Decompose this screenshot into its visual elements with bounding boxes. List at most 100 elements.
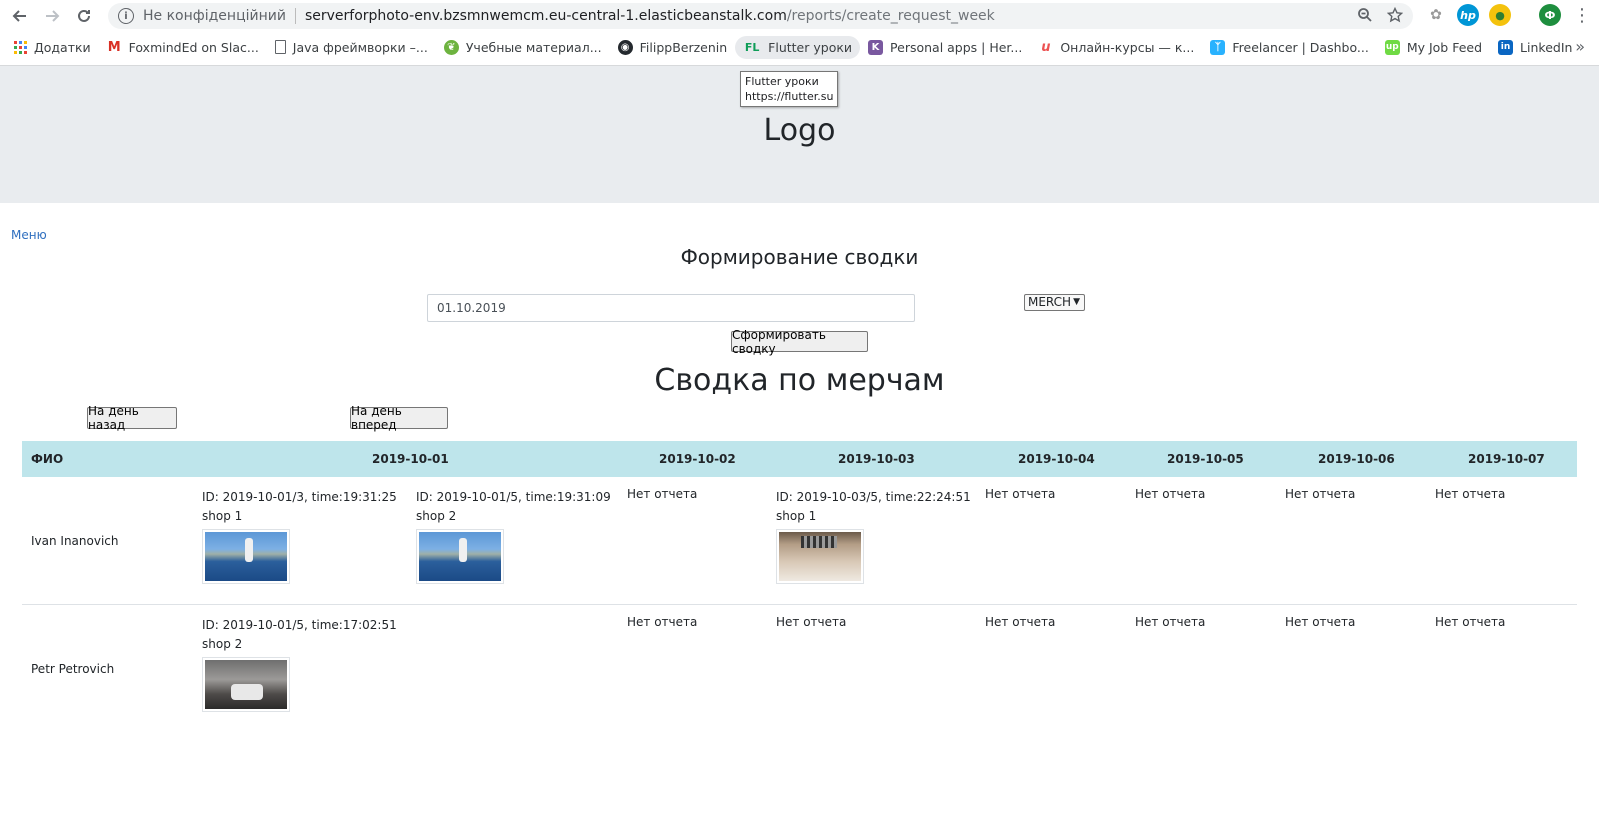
url-path: /reports/create_request_week (786, 8, 995, 24)
column-header-date: 2019-10-05 (1167, 452, 1244, 466)
report-cell: ID: 2019-10-01/5, time:19:31:09 shop 2 (416, 488, 611, 584)
generate-summary-button[interactable]: Сформировать сводку (731, 328, 868, 356)
yellow-extension-icon[interactable]: ● (1489, 4, 1511, 26)
report-shop: shop 2 (416, 509, 457, 523)
column-header-name: ФИО (31, 452, 64, 466)
table-header: ФИО 2019-10-01 2019-10-02 2019-10-03 201… (22, 441, 1577, 477)
heroku-icon: K (868, 39, 884, 55)
hp-extension-icon[interactable]: hp (1457, 4, 1479, 26)
back-button[interactable] (8, 4, 32, 28)
bookmark-label: FoxmindEd on Slac... (128, 39, 259, 55)
github-icon: ◉ (617, 39, 633, 55)
no-report-cell: Нет отчета (1285, 487, 1356, 501)
url-host: serverforphoto-env.bzsmnwemcm.eu-central… (304, 8, 787, 24)
report-id: ID: 2019-10-01/5, time:17:02:51 (202, 618, 397, 632)
address-separator (294, 8, 296, 24)
bookmark-label: Учебные материал... (465, 39, 602, 55)
menu-link[interactable]: Меню (11, 228, 47, 242)
bookmark-heroku[interactable]: K Personal apps | Her... (860, 36, 1030, 59)
reload-icon (78, 9, 90, 22)
browser-toolbar: i Не конфіденційний serverforphoto-env.b… (0, 0, 1599, 31)
column-header-date: 2019-10-02 (659, 452, 736, 466)
apps-grid-icon (14, 40, 27, 54)
no-report-cell: Нет отчета (985, 615, 1056, 629)
forward-button[interactable] (40, 4, 64, 28)
report-id: ID: 2019-10-01/3, time:19:31:25 (202, 490, 397, 504)
bookmark-label: Онлайн-курсы — к... (1060, 39, 1195, 55)
bookmark-github[interactable]: ◉ FilippBerzenin (610, 36, 736, 59)
form-title: Формирование сводки (680, 245, 919, 269)
report-shop: shop 1 (776, 509, 817, 523)
column-header-date: 2019-10-06 (1318, 452, 1395, 466)
bookmark-label: Flutter уроки (768, 39, 853, 55)
no-report-cell: Нет отчета (985, 487, 1056, 501)
report-photo[interactable] (416, 529, 504, 584)
forward-arrow-icon (46, 10, 60, 22)
no-report-cell: Нет отчета (776, 615, 847, 629)
address-bar[interactable]: i Не конфіденційний serverforphoto-env.b… (108, 3, 1413, 29)
role-select-value: MERCH (1028, 295, 1072, 309)
bookmark-udemy[interactable]: u Онлайн-курсы — к... (1030, 36, 1202, 59)
no-report-cell: Нет отчета (1135, 487, 1206, 501)
gmail-icon: M (106, 39, 122, 55)
bookmark-label: My Job Feed (1406, 39, 1483, 55)
logo: Logo (763, 113, 836, 148)
column-header-date: 2019-10-01 (372, 452, 449, 466)
paw-extension-icon[interactable]: ✿ (1425, 4, 1447, 26)
bookmark-spring[interactable]: ❦ Учебные материал... (436, 36, 610, 59)
bookmark-star-icon[interactable] (1387, 7, 1403, 23)
prev-day-button[interactable]: На день назад (87, 404, 177, 432)
more-bookmarks-icon[interactable]: » (1575, 37, 1585, 56)
report-shop: shop 1 (202, 509, 243, 523)
bookmark-label: Java фреймворки –... (292, 39, 428, 55)
profile-avatar[interactable]: Ф (1539, 4, 1561, 26)
back-arrow-icon (12, 10, 26, 22)
browser-menu-icon[interactable]: ⋮ (1573, 5, 1591, 26)
report-photo[interactable] (776, 529, 864, 584)
report-id: ID: 2019-10-01/5, time:19:31:09 (416, 490, 611, 504)
sea-photo (419, 532, 501, 581)
security-label: Не конфіденційний (143, 8, 286, 24)
column-header-date: 2019-10-07 (1468, 452, 1545, 466)
row-divider (22, 604, 1577, 605)
udemy-icon: u (1041, 39, 1051, 55)
bookmark-apps[interactable]: Додатки (6, 36, 99, 59)
summary-title: Сводка по мерчам (654, 363, 945, 398)
freelancer-icon: ᛉ (1210, 39, 1226, 55)
role-select[interactable]: MERCH ▼ (1024, 294, 1085, 311)
page-icon (274, 40, 286, 54)
report-shop: shop 2 (202, 637, 243, 651)
date-input[interactable]: 01.10.2019 (427, 294, 915, 322)
bookmarks-bar: Додатки M FoxmindEd on Slac... Java фрей… (0, 31, 1599, 63)
office-photo (205, 660, 287, 709)
column-header-date: 2019-10-03 (838, 452, 915, 466)
bookmark-java[interactable]: Java фреймворки –... (267, 36, 436, 59)
spring-icon: ❦ (443, 39, 459, 55)
no-report-cell: Нет отчета (1435, 487, 1506, 501)
bookmark-label: Personal apps | Her... (890, 39, 1023, 55)
reload-button[interactable] (72, 4, 96, 28)
bookmark-linkedin[interactable]: in LinkedIn (1490, 36, 1580, 59)
bookmark-freelancer[interactable]: ᛉ Freelancer | Dashbo... (1202, 36, 1376, 59)
bookmark-label: Додатки (34, 39, 91, 55)
room-photo (779, 532, 861, 581)
bookmark-flutter[interactable]: FL Flutter уроки (735, 35, 861, 59)
report-photo[interactable] (202, 657, 290, 712)
bookmark-label: FilippBerzenin (639, 39, 728, 55)
no-report-cell: Нет отчета (1285, 615, 1356, 629)
column-header-date: 2019-10-04 (1018, 452, 1095, 466)
bookmark-tooltip: Flutter уроки https://flutter.su (740, 71, 839, 107)
bookmark-upwork[interactable]: up My Job Feed (1377, 36, 1490, 59)
report-cell: ID: 2019-10-01/5, time:17:02:51 shop 2 (202, 616, 397, 712)
employee-name: Petr Petrovich (31, 662, 115, 676)
flutter-fl-icon: FL (744, 40, 760, 54)
info-icon[interactable]: i (118, 8, 134, 24)
report-photo[interactable] (202, 529, 290, 584)
report-id: ID: 2019-10-03/5, time:22:24:51 (776, 490, 971, 504)
employee-name: Ivan Inanovich (31, 534, 119, 548)
next-day-button[interactable]: На день вперед (350, 404, 448, 432)
upwork-icon: up (1384, 39, 1400, 55)
bookmark-foxminded[interactable]: M FoxmindEd on Slac... (99, 36, 267, 59)
no-report-cell: Нет отчета (1435, 615, 1506, 629)
zoom-icon[interactable] (1357, 7, 1373, 23)
